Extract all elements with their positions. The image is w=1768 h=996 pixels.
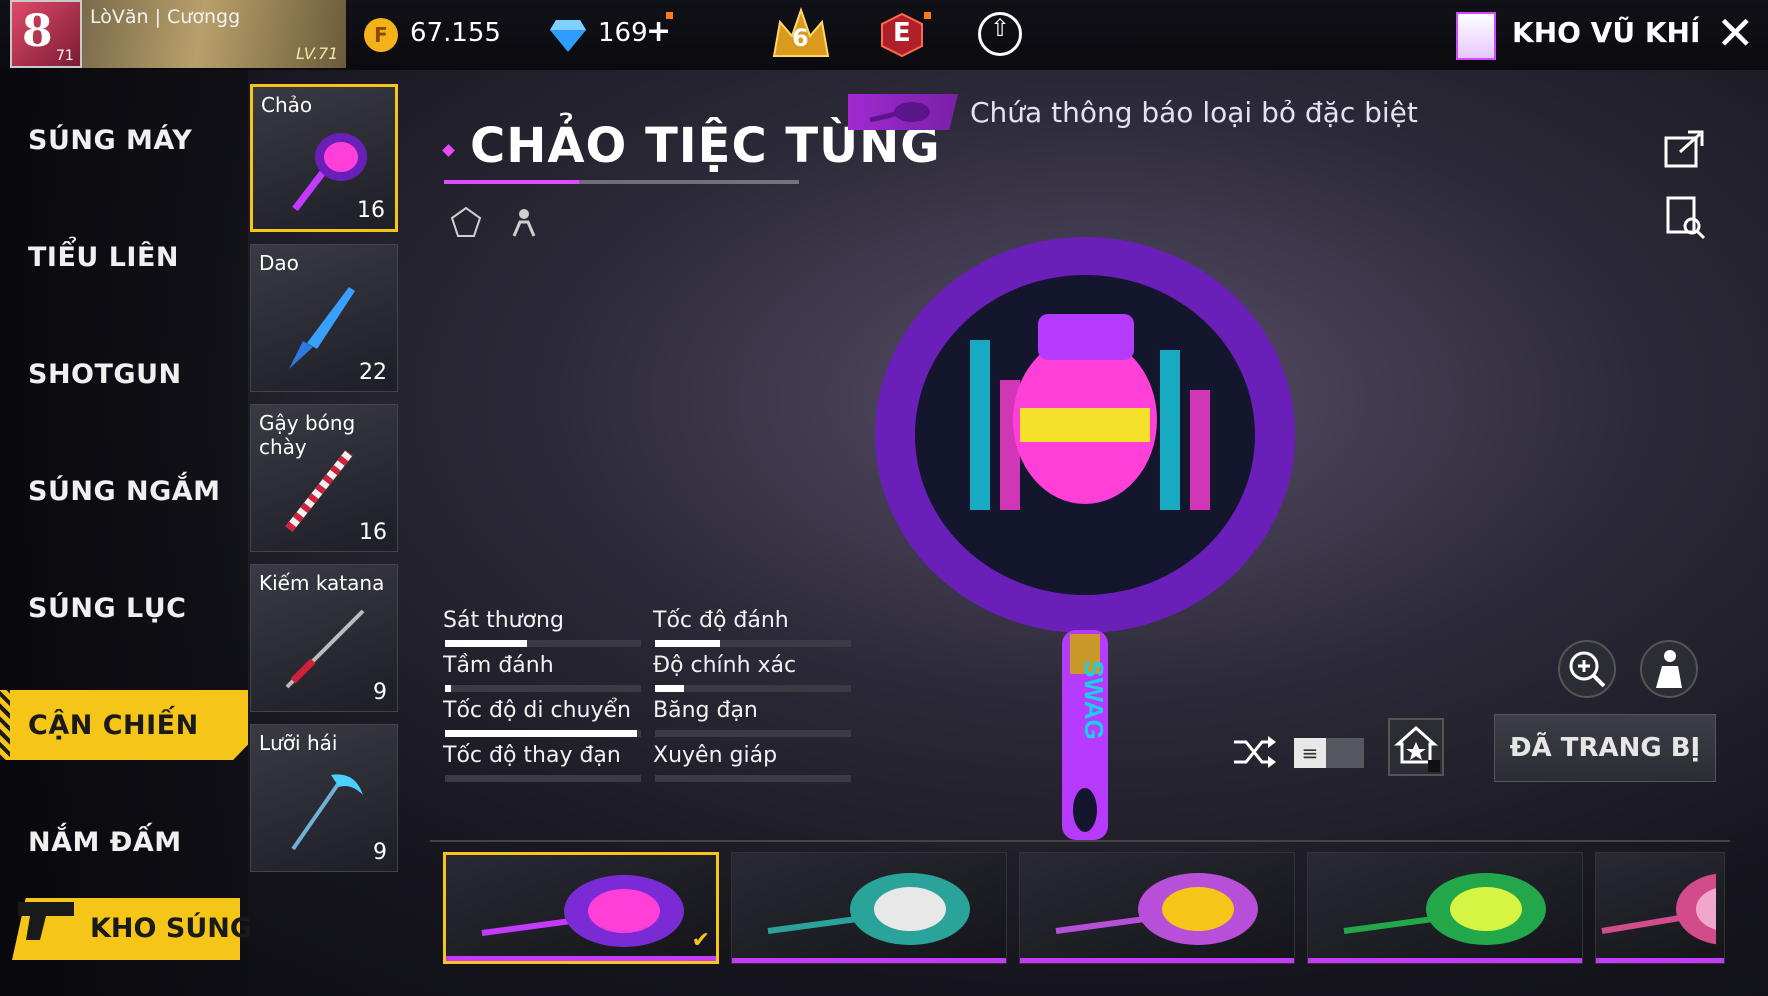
stat-bar [445,730,641,737]
stat-bar [655,775,851,782]
removal-notice: Chứa thông báo loại bỏ đặc biệt [970,96,1418,129]
rarity-stripe [446,956,716,961]
avatar-level: 71 [56,48,74,64]
pan-skin-thumb [481,875,684,947]
weapon-type-knife[interactable]: Dao 22 [250,244,398,392]
share-icon[interactable] [1662,126,1706,170]
weapon-type-bat[interactable]: Gậy bóng chày 16 [250,404,398,552]
notification-dot [666,12,673,19]
weapon-type-scythe[interactable]: Lưỡi hái 9 [250,724,398,872]
weapon-type-count: 16 [359,520,387,545]
weapon-type-count: 22 [359,360,387,385]
crown-level: 6 [792,24,809,52]
tag-icon[interactable] [448,204,484,240]
page-title: KHO VŨ KHÍ [1512,16,1701,49]
pan-silhouette-icon [869,102,930,123]
stat-label: Tốc độ đánh [653,608,789,633]
knife-icon [289,287,355,369]
rarity-stripe [1020,958,1294,963]
weapon-type-name: Kiếm katana [259,571,385,595]
scythe-icon [291,774,363,851]
home-display-button[interactable] [1388,718,1444,776]
elite-label: E [893,18,911,48]
pistol-icon [18,902,74,940]
category-fist[interactable]: NẮM ĐẤM [0,807,248,877]
title-underline [444,180,799,184]
stat-bar [655,730,851,737]
skin-option[interactable] [731,852,1007,964]
diamond-icon [550,20,586,52]
character-tag-icon[interactable] [506,204,542,240]
weapon-type-name: Dao [259,251,299,275]
category-machine-gun[interactable]: SÚNG MÁY [0,105,248,175]
weapon-type-count: 9 [373,680,387,705]
character-icon [1656,650,1682,688]
rarity-stripe [732,958,1006,963]
gun-warehouse-label: KHO SÚNG [90,913,252,944]
weapon-type-count: 9 [373,840,387,865]
armory-screen: 8 71 LòVăn | Cươngg LV.71 F 67.155 169 +… [0,0,1768,996]
stat-bar [445,685,641,692]
carousel-divider [430,840,1730,842]
pan-skin-thumb [767,873,970,945]
category-shotgun[interactable]: SHOTGUN [0,339,248,409]
category-pistol[interactable]: SÚNG LỤC [0,573,248,643]
pan-skin-thumb [1343,873,1546,945]
stat-label: Độ chính xác [653,653,797,678]
pan-skin-thumb [1601,873,1716,945]
selected-check-icon: ✔ [691,928,710,953]
katana-icon [285,609,365,689]
rank-badge: 8 [22,6,53,57]
equipped-button[interactable]: ĐÃ TRANG BỊ [1494,714,1716,782]
house-icon [1394,725,1440,772]
skin-option[interactable]: ✔ [443,852,719,964]
stat-bar [445,775,641,782]
shuffle-icon[interactable] [1232,734,1276,770]
weapon-type-pan[interactable]: Chảo 16 [250,84,398,232]
skin-option[interactable] [1307,852,1583,964]
skin-option[interactable] [1595,852,1725,964]
zoom-icon [1569,651,1606,688]
category-melee[interactable]: CẬN CHIẾN [0,690,248,760]
stat-bar [655,640,851,647]
diamond-amount: 169 [598,18,648,48]
title-bullet [442,144,455,157]
upload-arrow-icon: ⇧ [990,14,1011,42]
stat-label: Sát thương [443,608,564,633]
notification-dot [924,12,931,19]
bat-icon [285,450,353,532]
toggle-knob: ≡ [1294,738,1326,768]
gold-amount: 67.155 [410,18,501,48]
banner-level: LV.71 [296,44,339,63]
category-sniper[interactable]: SÚNG NGẮM [0,456,248,526]
weapon-type-count: 16 [357,198,385,223]
pan-skin-thumb [1055,873,1258,945]
stat-label: Tốc độ thay đạn [443,743,621,768]
pan-handle-text: SWAG [1079,660,1109,739]
stat-label: Tốc độ di chuyển [443,698,631,723]
close-icon[interactable]: ✕ [1716,10,1755,56]
armory-book-icon [1456,12,1496,60]
weapon-type-katana[interactable]: Kiếm katana 9 [250,564,398,712]
stat-label: Tầm đánh [443,653,554,678]
stat-label: Xuyên giáp [653,743,778,768]
rarity-stripe [1308,958,1582,963]
player-name: LòVăn | Cươngg [90,6,241,28]
stat-bar [655,685,851,692]
weapon-type-name: Lưỡi hái [259,731,338,755]
gold-coin-icon: F [364,18,398,52]
stat-label: Băng đạn [653,698,758,723]
skin-option[interactable] [1019,852,1295,964]
zoom-in-button[interactable] [1558,640,1616,698]
rarity-stripe [1596,958,1724,963]
inspect-icon[interactable] [1666,196,1706,240]
category-smg[interactable]: TIỂU LIÊN [0,222,248,292]
topup-plus-button[interactable]: + [646,14,671,49]
character-pose-button[interactable] [1640,640,1698,698]
stat-bar [445,640,641,647]
weapon-type-name: Chảo [261,93,313,117]
